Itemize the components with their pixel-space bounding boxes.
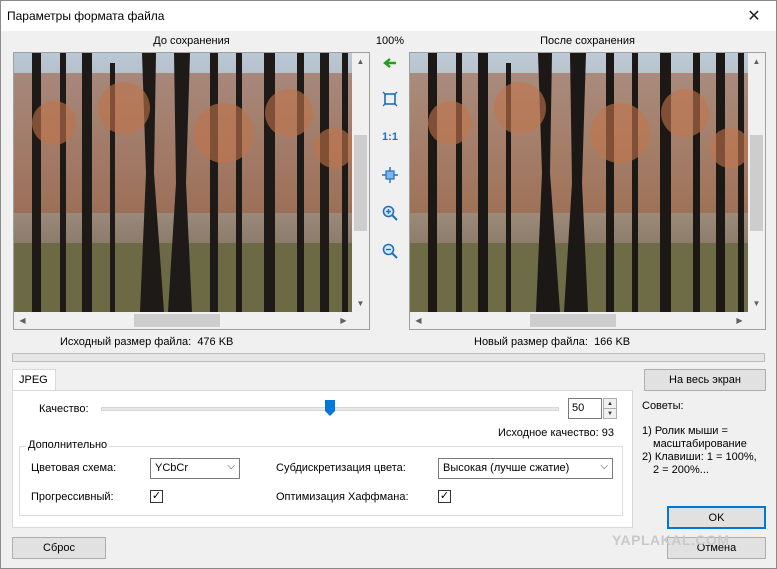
new-file-size: Новый размер файла: 166 KB (474, 336, 630, 348)
before-preview[interactable]: ▲ ▼ ◀ ▶ (13, 52, 370, 330)
subsampling-select[interactable]: Высокая (лучше сжатие) ⌵ (438, 458, 613, 479)
window-title: Параметры формата файла (7, 9, 165, 23)
new-size-label: Новый размер файла: (474, 336, 588, 348)
scrollbar-corner (352, 312, 369, 329)
checkmark-icon: ✓ (439, 490, 450, 502)
quality-spinner[interactable]: ▲ ▼ (603, 398, 617, 419)
original-size-label: Исходный размер файла: (60, 336, 192, 348)
after-preview-image (410, 53, 748, 312)
scroll-up-arrow-icon[interactable]: ▲ (352, 53, 369, 70)
scroll-left-arrow-icon[interactable]: ◀ (410, 312, 427, 329)
scroll-up-arrow-icon[interactable]: ▲ (748, 53, 765, 70)
chevron-down-icon: ⌵ (600, 461, 608, 472)
fit-to-window-icon[interactable] (380, 89, 400, 109)
scroll-down-arrow-icon[interactable]: ▼ (748, 295, 765, 312)
huffman-checkbox[interactable]: ✓ (438, 490, 451, 503)
scroll-thumb[interactable] (750, 135, 763, 231)
original-file-size: Исходный размер файла: 476 KB (60, 336, 233, 348)
fullscreen-button[interactable]: На весь экран (644, 369, 766, 391)
scroll-down-arrow-icon[interactable]: ▼ (352, 295, 369, 312)
fit-width-icon[interactable] (380, 165, 400, 185)
before-preview-image (14, 53, 352, 312)
scrollbar-corner (748, 312, 765, 329)
quality-input[interactable]: 50 (568, 398, 602, 419)
scroll-right-arrow-icon[interactable]: ▶ (731, 312, 748, 329)
scroll-thumb[interactable] (530, 314, 616, 327)
watermark: YAPLAKAL.COM (612, 532, 730, 548)
checkmark-icon: ✓ (151, 490, 162, 502)
after-horizontal-scrollbar[interactable]: ◀ ▶ (410, 312, 748, 329)
sync-view-arrow-icon[interactable] (380, 53, 400, 73)
original-quality: Исходное качество: 93 (498, 427, 614, 439)
scroll-thumb[interactable] (134, 314, 220, 327)
progressive-checkbox[interactable]: ✓ (150, 490, 163, 503)
title-bar: Параметры формата файла ✕ (1, 1, 776, 31)
before-vertical-scrollbar[interactable]: ▲ ▼ (352, 53, 369, 312)
zoom-level: 100% (375, 35, 405, 47)
quality-slider-thumb[interactable] (325, 400, 335, 416)
advanced-group-title: Дополнительно (26, 439, 110, 451)
tips-line-3: 2) Клавиши: 1 = 100%, (642, 451, 757, 463)
original-size-value: 476 KB (197, 336, 234, 348)
color-scheme-label: Цветовая схема: (31, 462, 117, 474)
before-save-label: До сохранения (153, 35, 230, 47)
file-format-options-dialog: Параметры формата файла ✕ До сохранения … (0, 0, 777, 569)
after-vertical-scrollbar[interactable]: ▲ ▼ (748, 53, 765, 312)
quality-label: Качество: (39, 403, 89, 415)
tips-line-1: 1) Ролик мыши = (642, 425, 728, 437)
color-scheme-value: YCbCr (155, 462, 189, 474)
after-preview[interactable]: ▲ ▼ ◀ ▶ (409, 52, 766, 330)
subsampling-label: Субдискретизация цвета: (276, 462, 406, 474)
advanced-group (19, 446, 623, 516)
tips-line-4: 2 = 200%... (653, 464, 709, 476)
close-icon[interactable]: ✕ (732, 1, 776, 31)
tips-title: Советы: (642, 400, 684, 412)
actual-size-icon[interactable]: 1:1 (380, 127, 400, 147)
before-horizontal-scrollbar[interactable]: ◀ ▶ (14, 312, 352, 329)
scroll-left-arrow-icon[interactable]: ◀ (14, 312, 31, 329)
zoom-out-icon[interactable] (380, 241, 400, 261)
scroll-right-arrow-icon[interactable]: ▶ (335, 312, 352, 329)
zoom-in-icon[interactable] (380, 203, 400, 223)
color-scheme-select[interactable]: YCbCr ⌵ (150, 458, 240, 479)
spin-up-icon[interactable]: ▲ (604, 399, 616, 409)
ok-button[interactable]: OK (667, 506, 766, 529)
chevron-down-icon: ⌵ (227, 461, 235, 472)
tab-jpeg[interactable]: JPEG (12, 369, 56, 391)
reset-button[interactable]: Сброс (12, 537, 106, 559)
after-save-label: После сохранения (540, 35, 635, 47)
scroll-thumb[interactable] (354, 135, 367, 231)
tips-line-2: масштабирование (653, 438, 747, 450)
huffman-label: Оптимизация Хаффмана: (276, 491, 409, 503)
progress-bar (12, 353, 765, 362)
subsampling-value: Высокая (лучше сжатие) (443, 462, 570, 474)
progressive-label: Прогрессивный: (31, 491, 114, 503)
new-size-value: 166 KB (594, 336, 631, 348)
spin-down-icon[interactable]: ▼ (604, 409, 616, 419)
